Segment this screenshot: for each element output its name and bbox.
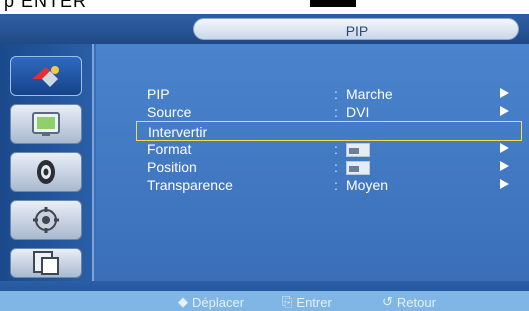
menu-item-value: Marche	[346, 86, 393, 102]
category-sidebar	[0, 44, 94, 281]
menu-item-intervertir[interactable]: Intervertir	[136, 121, 522, 141]
format-preview-icon	[346, 143, 370, 157]
menu-item-source[interactable]: Source : DVI	[136, 102, 522, 122]
enter-icon: ⎘	[282, 294, 293, 309]
manual-key-box	[310, 0, 356, 7]
menu-item-label: Position	[147, 159, 197, 175]
arrow-right-icon	[500, 106, 509, 116]
menu-item-format[interactable]: Format :	[136, 139, 522, 159]
sound-icon	[37, 160, 55, 184]
menu-item-position[interactable]: Position :	[136, 157, 522, 177]
colon-separator: :	[334, 177, 338, 193]
picture-icon	[32, 112, 60, 136]
hint-return-label: Retour	[396, 294, 436, 310]
menu-title: PIP	[345, 23, 369, 39]
menu-item-label: Source	[147, 104, 192, 120]
hint-move: ◆ Déplacer	[178, 294, 244, 310]
hint-enter-label: Entrer	[296, 294, 332, 310]
up-down-arrow-icon: ◆	[178, 294, 188, 309]
multi-window-icon	[33, 251, 59, 275]
menu-panel: PIP : Marche Source : DVI Intervertir Fo…	[96, 44, 529, 281]
sidebar-item-setup[interactable]	[10, 200, 82, 240]
menu-item-value: DVI	[346, 104, 370, 120]
arrow-right-icon	[500, 161, 509, 171]
colon-separator: :	[334, 86, 338, 102]
hint-return: ↺ Retour	[382, 294, 436, 310]
manual-text-fragment: p ENTER	[4, 0, 88, 11]
title-bar: PIP	[0, 14, 529, 44]
osd-menu: PIP PIP: Marche Source: DVI Interverti…	[0, 14, 529, 311]
menu-item-transparence[interactable]: Transparence : Moyen	[136, 175, 522, 195]
arrow-right-icon	[500, 179, 509, 189]
sidebar-item-input[interactable]	[10, 56, 82, 96]
menu-item-label: PIP	[147, 86, 170, 102]
menu-item-value: Moyen	[346, 177, 389, 193]
menu-item-label: Intervertir	[148, 124, 208, 140]
hint-strip	[0, 291, 529, 311]
sidebar-item-sound[interactable]	[10, 152, 82, 192]
arrow-right-icon	[500, 143, 509, 153]
input-icon	[32, 66, 59, 87]
menu-item-label: Format	[147, 141, 192, 157]
setup-icon	[33, 207, 59, 233]
colon-separator: :	[334, 104, 338, 120]
position-preview-icon	[346, 161, 370, 175]
return-icon: ↺	[382, 294, 393, 309]
colon-separator: :	[334, 141, 338, 157]
sidebar-item-picture[interactable]	[10, 104, 82, 144]
hint-enter: ⎘ Entrer	[282, 294, 332, 310]
menu-item-pip[interactable]: PIP : Marche	[136, 84, 522, 104]
colon-separator: :	[334, 159, 338, 175]
menu-item-label: Transparence	[147, 177, 233, 193]
hint-move-label: Déplacer	[192, 294, 245, 310]
arrow-right-icon	[500, 88, 509, 98]
title-pill: PIP	[193, 18, 519, 40]
sidebar-item-multi-window[interactable]	[10, 248, 82, 278]
manual-text-strip: p ENTER	[0, 0, 529, 14]
